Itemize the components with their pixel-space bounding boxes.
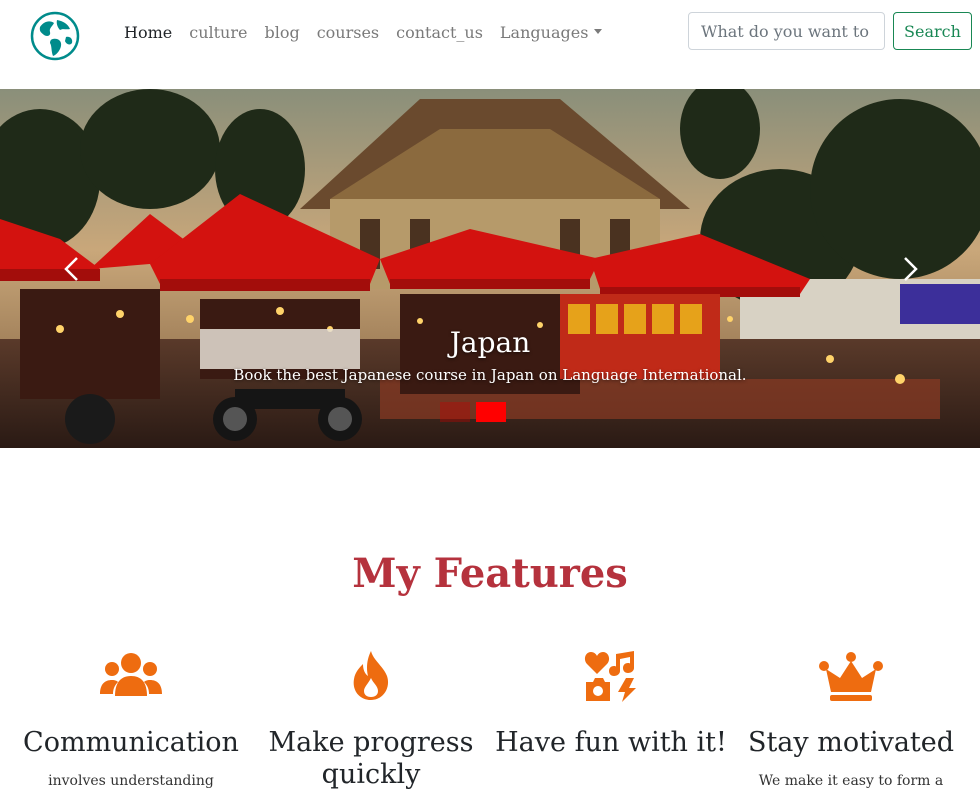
- carousel-prev-icon[interactable]: [57, 254, 87, 284]
- search-button[interactable]: Search: [893, 12, 972, 50]
- nav-culture[interactable]: culture: [189, 23, 247, 42]
- feature-desc: involves understanding: [48, 773, 214, 789]
- carousel-indicator-1[interactable]: [440, 402, 470, 422]
- carousel-next-icon[interactable]: [895, 254, 925, 284]
- search-input[interactable]: [688, 12, 885, 50]
- caption-title: Japan: [449, 326, 531, 359]
- nav-contact-us[interactable]: contact_us: [396, 23, 483, 42]
- icons-icon: [584, 651, 636, 702]
- feature-motivated: Stay motivated We make it easy to form a: [731, 650, 971, 789]
- feature-fun: Have fun with it!: [491, 650, 731, 773]
- caption-text: Book the best Japanese course in Japan o…: [233, 366, 747, 384]
- nav-languages-label: Languages: [499, 22, 589, 42]
- feature-communication: Communication involves understanding: [11, 650, 251, 789]
- nav-home[interactable]: Home: [124, 23, 172, 42]
- feature-progress: Make progress quickly: [251, 650, 491, 795]
- features-heading: My Features: [352, 550, 628, 597]
- caret-down-icon: [594, 28, 603, 34]
- carousel-image-night-market: [0, 89, 980, 448]
- nav-blog[interactable]: blog: [264, 23, 299, 42]
- feature-title: Communication: [23, 727, 239, 758]
- carousel-caption: Japan Book the best Japanese course in J…: [0, 326, 980, 384]
- globe-icon[interactable]: [30, 11, 80, 61]
- carousel-indicator-2[interactable]: [476, 402, 506, 422]
- crown-icon: [819, 652, 883, 701]
- users-icon: [100, 653, 162, 696]
- hero-carousel: Japan Book the best Japanese course in J…: [0, 89, 980, 448]
- feature-title: Stay motivated: [747, 727, 955, 758]
- feature-title: Have fun with it!: [495, 727, 727, 758]
- fire-icon: [353, 651, 389, 700]
- feature-desc: We make it easy to form a: [758, 773, 944, 789]
- carousel-indicators: [440, 402, 512, 422]
- navbar: Home culture blog courses contact_us Lan…: [0, 0, 980, 89]
- nav-links: Home culture blog courses contact_us Lan…: [124, 20, 619, 44]
- nav-courses[interactable]: courses: [317, 23, 379, 42]
- nav-languages-dropdown[interactable]: Languages: [499, 22, 603, 42]
- feature-title: Make progress quickly: [268, 727, 474, 790]
